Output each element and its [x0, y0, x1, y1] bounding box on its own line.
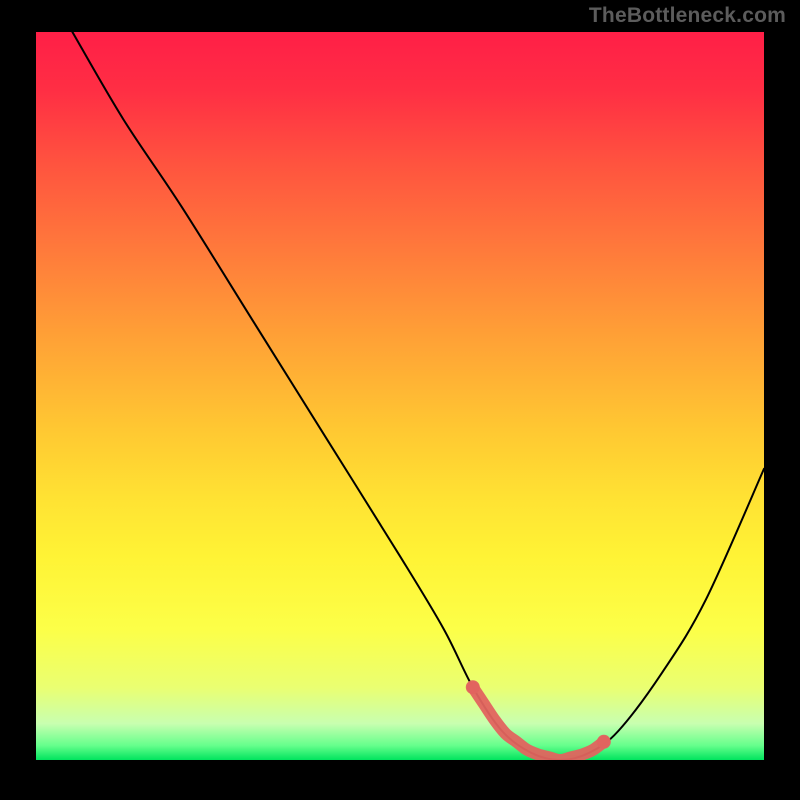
- bottleneck-curve-line: [72, 32, 764, 760]
- optimal-range-end-dot: [597, 735, 611, 749]
- chart-frame: TheBottleneck.com: [0, 0, 800, 800]
- attribution-text: TheBottleneck.com: [589, 4, 786, 28]
- curve-svg: [36, 32, 764, 760]
- optimal-range-marker: [473, 687, 604, 760]
- optimal-range-start-dot: [466, 680, 480, 694]
- plot-gradient-area: [36, 32, 764, 760]
